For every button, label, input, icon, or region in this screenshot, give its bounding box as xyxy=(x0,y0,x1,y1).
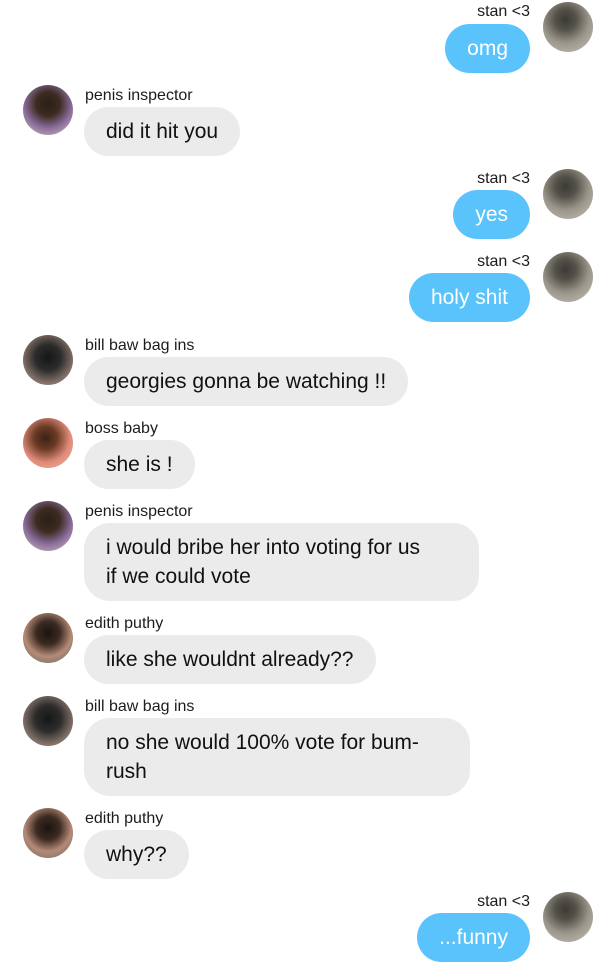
sender-name: edith puthy xyxy=(85,810,164,827)
message-bubble[interactable]: holy shit xyxy=(408,273,530,322)
bill-avatar[interactable] xyxy=(23,696,73,746)
message-bubble[interactable]: omg xyxy=(445,24,530,73)
stan-avatar[interactable] xyxy=(543,2,593,52)
message-bubble[interactable]: yes xyxy=(453,190,530,239)
sender-name: stan <3 xyxy=(477,170,530,187)
sender-name: penis inspector xyxy=(85,503,193,520)
sender-name: edith puthy xyxy=(85,615,164,632)
message-bubble[interactable]: georgies gonna be watching !! xyxy=(84,357,409,406)
edith-avatar[interactable] xyxy=(23,808,73,858)
edith-avatar[interactable] xyxy=(23,613,73,663)
sender-name: stan <3 xyxy=(477,893,530,910)
message-bubble[interactable]: no she would 100% vote for bum- rush xyxy=(84,718,470,796)
message-bubble[interactable]: did it hit you xyxy=(84,107,241,156)
message-bubble[interactable]: i would bribe her into voting for us if … xyxy=(84,523,479,601)
sender-name: stan <3 xyxy=(477,253,530,270)
message-line: if we could vote xyxy=(106,565,251,588)
stan-avatar[interactable] xyxy=(543,892,593,942)
message-bubble[interactable]: ...funny xyxy=(417,913,530,962)
message-line: i would bribe her into voting for us xyxy=(106,536,421,559)
sender-name: stan <3 xyxy=(477,3,530,20)
sender-name: bill baw bag ins xyxy=(85,337,195,354)
bill-avatar[interactable] xyxy=(23,335,73,385)
stan-avatar[interactable] xyxy=(543,169,593,219)
message-bubble[interactable]: she is ! xyxy=(84,440,195,489)
sender-name: bill baw bag ins xyxy=(85,698,195,715)
sender-name: boss baby xyxy=(85,420,158,437)
sender-name: penis inspector xyxy=(85,87,193,104)
boss-baby-avatar[interactable] xyxy=(23,418,73,468)
stan-avatar[interactable] xyxy=(543,252,593,302)
message-line: no she would 100% vote for bum- xyxy=(106,731,419,754)
message-bubble[interactable]: like she wouldnt already?? xyxy=(84,635,376,684)
message-bubble[interactable]: why?? xyxy=(84,830,189,879)
message-line: rush xyxy=(106,760,147,783)
penis-inspector-avatar[interactable] xyxy=(23,501,73,551)
penis-inspector-avatar[interactable] xyxy=(23,85,73,135)
